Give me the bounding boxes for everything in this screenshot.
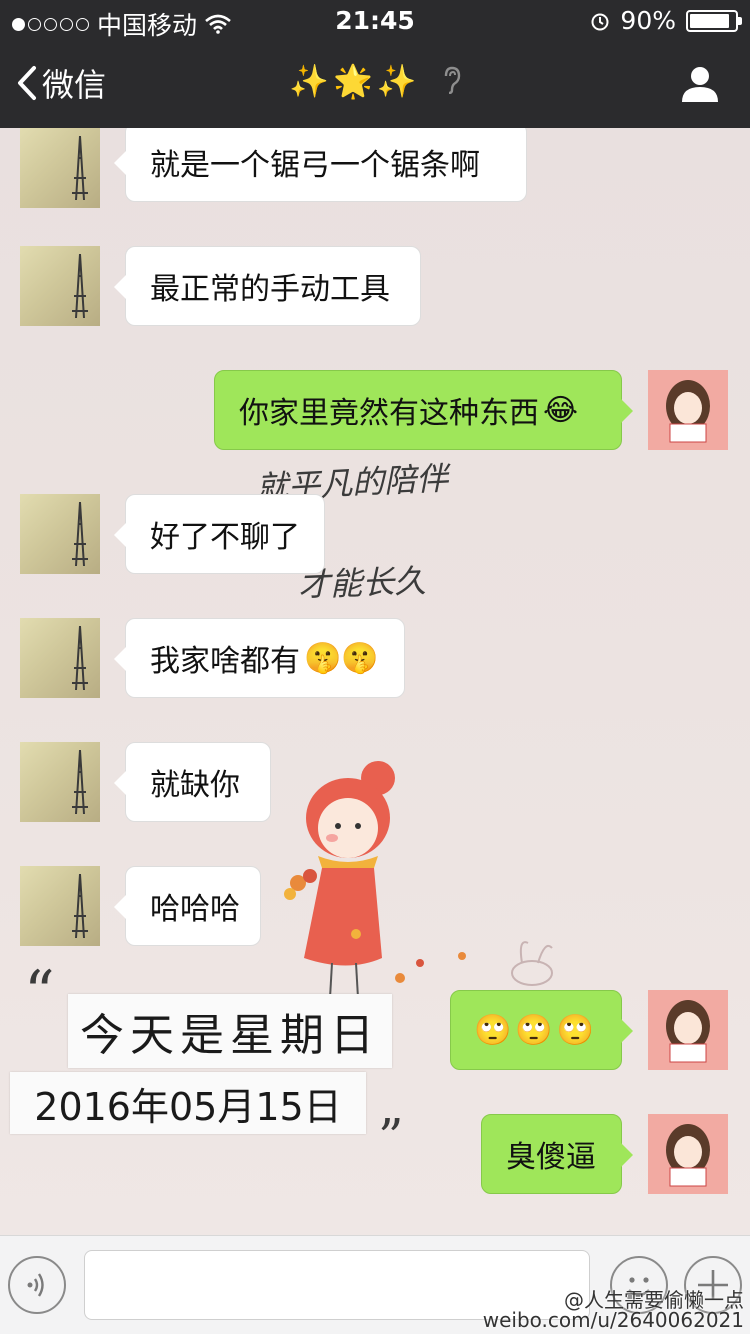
message-emoji: 😂 (543, 392, 579, 428)
message-bubble-4[interactable]: 好了不聊了 (114, 494, 325, 574)
date-card-line2: 2016年05月15日 (10, 1072, 366, 1134)
watermark-line2: weibo.com/u/2640062021 (482, 1308, 744, 1332)
contact-avatar[interactable] (20, 246, 100, 326)
user-avatar[interactable] (648, 370, 728, 450)
message-text: 就是一个锯弓一个锯条啊 (150, 148, 480, 183)
message-emoji: 🙄🙄🙄 (473, 1012, 599, 1048)
girl-illustration (284, 761, 553, 999)
date-full: 2016年05月15日 (34, 1084, 342, 1129)
voice-button[interactable] (8, 1256, 66, 1314)
chat-title-text: ✨🌟✨ (289, 62, 421, 100)
message-text: 就缺你 (150, 768, 240, 803)
contact-avatar[interactable] (20, 494, 100, 574)
battery-icon (686, 9, 742, 32)
message-text: 好了不聊了 (150, 520, 300, 555)
contact-avatar[interactable] (20, 866, 100, 946)
input-bar: @人生需要偷懒一点 weibo.com/u/2640062021 (0, 1235, 750, 1334)
status-right: 90% (590, 6, 742, 35)
contact-avatar[interactable] (20, 618, 100, 698)
battery-percent: 90% (620, 6, 676, 35)
quote-open-mark: “ (24, 958, 55, 1028)
chat-header: 微信 ✨🌟✨ (0, 40, 750, 128)
chat-area[interactable]: 就平凡的陪伴 才能长久 就是一个锯弓一个锯条啊 最正常的手动工具 你家里竟然有这… (0, 128, 750, 1235)
message-bubble-1[interactable]: 就是一个锯弓一个锯条啊 (114, 128, 527, 202)
message-emoji: 🤫🤫 (304, 640, 379, 676)
battery-fill (690, 13, 730, 28)
message-text: 哈哈哈 (150, 892, 240, 927)
message-bubble-8[interactable]: 🙄🙄🙄 (450, 990, 633, 1070)
message-bubble-2[interactable]: 最正常的手动工具 (114, 246, 421, 326)
message-bubble-3[interactable]: 你家里竟然有这种东西 😂 (214, 370, 633, 450)
date-card-line1: 今天是星期日 (68, 994, 392, 1068)
status-bar: 中国移动 21:45 90% (0, 0, 750, 40)
message-bubble-5[interactable]: 我家啥都有 🤫🤫 (114, 618, 405, 698)
message-text: 你家里竟然有这种东西 (239, 396, 539, 431)
message-text: 我家啥都有 (150, 644, 300, 679)
quote-close-mark: ” (378, 1108, 404, 1166)
chat-title: ✨🌟✨ (0, 62, 750, 101)
earpiece-mode-icon (441, 66, 461, 101)
alarm-icon (591, 13, 609, 30)
date-weekday: 今天是星期日 (80, 1010, 380, 1061)
profile-icon[interactable] (680, 64, 720, 104)
message-bubble-6[interactable]: 就缺你 (114, 742, 271, 822)
message-bubble-9[interactable]: 臭傻逼 (481, 1114, 633, 1194)
user-avatar[interactable] (648, 1114, 728, 1194)
message-text: 臭傻逼 (506, 1140, 596, 1175)
contact-avatar[interactable] (20, 128, 100, 208)
contact-avatar[interactable] (20, 742, 100, 822)
user-avatar[interactable] (648, 990, 728, 1070)
message-text: 最正常的手动工具 (150, 272, 390, 307)
voice-icon (27, 1273, 44, 1297)
message-bubble-7[interactable]: 哈哈哈 (114, 866, 261, 946)
